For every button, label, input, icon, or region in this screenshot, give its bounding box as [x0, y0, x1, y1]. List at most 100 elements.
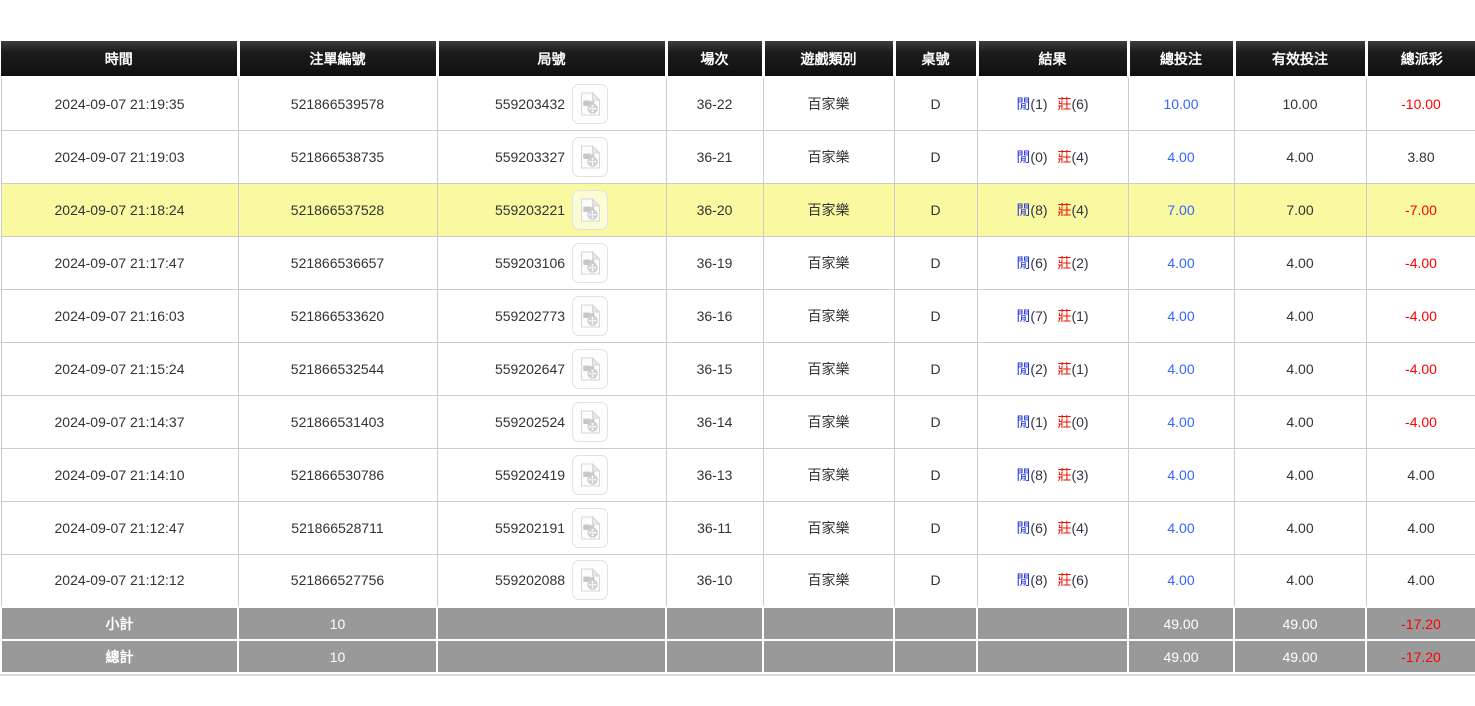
round-group: 559202773: [438, 296, 666, 336]
footer-payout: -17.20: [1366, 607, 1475, 640]
bet-row[interactable]: 2024-09-07 21:16:03 521866533620 5592027…: [1, 289, 1475, 342]
result-banker-score: (6): [1071, 96, 1088, 112]
cell-total-bet[interactable]: 4.00: [1128, 342, 1234, 395]
video-file-icon: [580, 410, 601, 434]
cell-result: 閒(8) 莊(6): [977, 554, 1128, 607]
cell-game-type: 百家樂: [763, 130, 894, 183]
col-header-game: 遊戲類別: [763, 41, 894, 77]
cell-total-bet[interactable]: 7.00: [1128, 183, 1234, 236]
bet-row[interactable]: 2024-09-07 21:19:35 521866539578 5592034…: [1, 77, 1475, 130]
cell-total-bet[interactable]: 4.00: [1128, 448, 1234, 501]
cell-result: 閒(2) 莊(1): [977, 342, 1128, 395]
bet-row[interactable]: 2024-09-07 21:18:24 521866537528 5592032…: [1, 183, 1475, 236]
round-number: 559203106: [495, 255, 565, 271]
round-group: 559202191: [438, 508, 666, 548]
subtotal-row: 小計 10 49.00 49.00 -17.20: [1, 607, 1475, 640]
video-replay-button[interactable]: [572, 84, 608, 124]
video-file-icon: [580, 92, 601, 116]
col-header-table_id: 桌號: [894, 41, 977, 77]
round-group: 559203432: [438, 84, 666, 124]
cell-total-bet[interactable]: 4.00: [1128, 289, 1234, 342]
cell-round: 559202419: [437, 448, 666, 501]
cell-payout: -10.00: [1366, 77, 1475, 130]
cell-session: 36-22: [666, 77, 763, 130]
result-banker-score: (4): [1071, 149, 1088, 165]
bet-row[interactable]: 2024-09-07 21:12:12 521866527756 5592020…: [1, 554, 1475, 607]
cell-bet-id: 521866527756: [238, 554, 437, 607]
video-replay-button[interactable]: [572, 508, 608, 548]
video-replay-button[interactable]: [572, 243, 608, 283]
video-replay-button[interactable]: [572, 190, 608, 230]
result-player-label: 閒: [1016, 414, 1030, 430]
bet-row[interactable]: 2024-09-07 21:19:03 521866538735 5592033…: [1, 130, 1475, 183]
cell-valid-bet: 4.00: [1234, 130, 1366, 183]
cell-bet-id: 521866530786: [238, 448, 437, 501]
cell-round: 559203221: [437, 183, 666, 236]
result-banker-score: (2): [1071, 255, 1088, 271]
cell-result: 閒(1) 莊(6): [977, 77, 1128, 130]
result-banker-score: (6): [1071, 572, 1088, 588]
cell-payout: -4.00: [1366, 395, 1475, 448]
cell-round: 559202191: [437, 501, 666, 554]
footer-empty-table: [894, 607, 977, 640]
cell-game-type: 百家樂: [763, 501, 894, 554]
col-header-round: 局號: [437, 41, 666, 77]
cell-table-id: D: [894, 501, 977, 554]
cell-result: 閒(1) 莊(0): [977, 395, 1128, 448]
result-banker-label: 莊: [1057, 361, 1071, 377]
cell-result: 閒(0) 莊(4): [977, 130, 1128, 183]
footer-total-bet: 49.00: [1128, 640, 1234, 673]
cell-time: 2024-09-07 21:14:10: [1, 448, 238, 501]
video-replay-button[interactable]: [572, 455, 608, 495]
result-banker-score: (3): [1071, 467, 1088, 483]
video-file-icon: [580, 463, 601, 487]
table-body: 2024-09-07 21:19:35 521866539578 5592034…: [1, 77, 1475, 607]
cell-game-type: 百家樂: [763, 183, 894, 236]
result-player-score: (0): [1030, 149, 1047, 165]
footer-empty-round: [437, 607, 666, 640]
col-header-session: 場次: [666, 41, 763, 77]
video-replay-button[interactable]: [572, 560, 608, 600]
bet-row[interactable]: 2024-09-07 21:14:37 521866531403 5592025…: [1, 395, 1475, 448]
cell-table-id: D: [894, 448, 977, 501]
cell-bet-id: 521866532544: [238, 342, 437, 395]
cell-total-bet[interactable]: 4.00: [1128, 130, 1234, 183]
cell-total-bet[interactable]: 4.00: [1128, 554, 1234, 607]
video-file-icon: [580, 516, 601, 540]
round-group: 559203106: [438, 243, 666, 283]
video-replay-button[interactable]: [572, 137, 608, 177]
cell-total-bet[interactable]: 4.00: [1128, 501, 1234, 554]
cell-table-id: D: [894, 77, 977, 130]
cell-game-type: 百家樂: [763, 395, 894, 448]
cell-session: 36-11: [666, 501, 763, 554]
video-file-icon: [580, 568, 601, 592]
cell-game-type: 百家樂: [763, 236, 894, 289]
table-header: 時間注單編號局號場次遊戲類別桌號結果總投注有效投注總派彩: [1, 41, 1475, 77]
col-header-result: 結果: [977, 41, 1128, 77]
round-group: 559203221: [438, 190, 666, 230]
result-player-label: 閒: [1016, 149, 1030, 165]
result-player-label: 閒: [1016, 467, 1030, 483]
cell-time: 2024-09-07 21:18:24: [1, 183, 238, 236]
bet-row[interactable]: 2024-09-07 21:15:24 521866532544 5592026…: [1, 342, 1475, 395]
total-row: 總計 10 49.00 49.00 -17.20: [1, 640, 1475, 673]
cell-time: 2024-09-07 21:19:35: [1, 77, 238, 130]
cell-total-bet[interactable]: 10.00: [1128, 77, 1234, 130]
bet-row[interactable]: 2024-09-07 21:17:47 521866536657 5592031…: [1, 236, 1475, 289]
result-banker-label: 莊: [1057, 202, 1071, 218]
video-replay-button[interactable]: [572, 296, 608, 336]
cell-total-bet[interactable]: 4.00: [1128, 236, 1234, 289]
cell-table-id: D: [894, 130, 977, 183]
result-player-score: (1): [1030, 414, 1047, 430]
cell-result: 閒(6) 莊(2): [977, 236, 1128, 289]
cell-table-id: D: [894, 236, 977, 289]
video-replay-button[interactable]: [572, 402, 608, 442]
result-player-label: 閒: [1016, 520, 1030, 536]
result-player-label: 閒: [1016, 572, 1030, 588]
bet-row[interactable]: 2024-09-07 21:14:10 521866530786 5592024…: [1, 448, 1475, 501]
bet-row[interactable]: 2024-09-07 21:12:47 521866528711 5592021…: [1, 501, 1475, 554]
cell-total-bet[interactable]: 4.00: [1128, 395, 1234, 448]
video-replay-button[interactable]: [572, 349, 608, 389]
video-file-icon: [580, 357, 601, 381]
col-header-time: 時間: [1, 41, 238, 77]
